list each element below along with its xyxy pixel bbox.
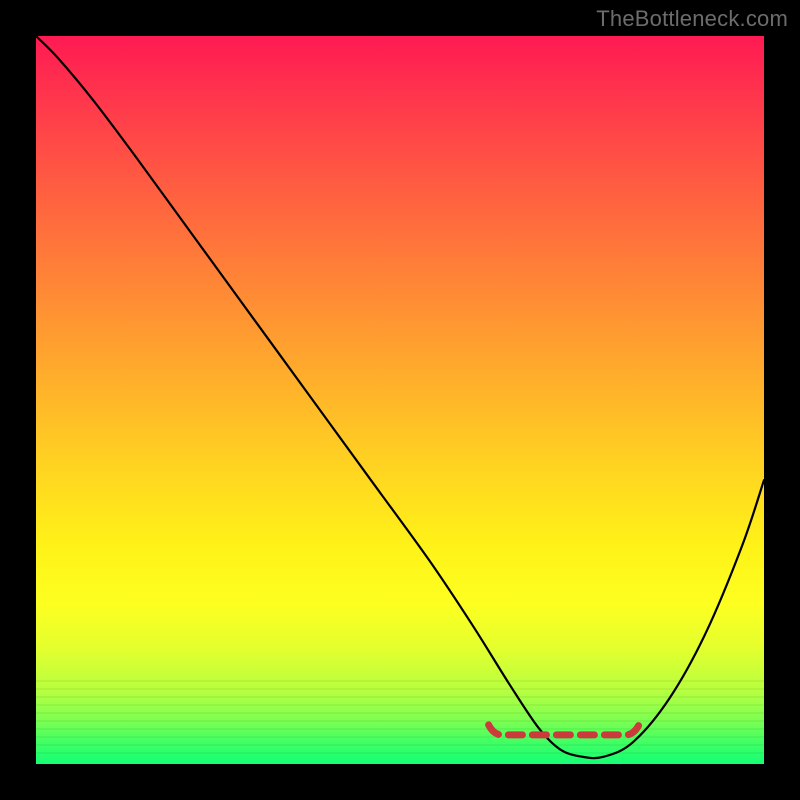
trough-marker [36,36,764,764]
chart-frame: TheBottleneck.com [0,0,800,800]
plot-area [36,36,764,764]
watermark-text: TheBottleneck.com [596,6,788,32]
